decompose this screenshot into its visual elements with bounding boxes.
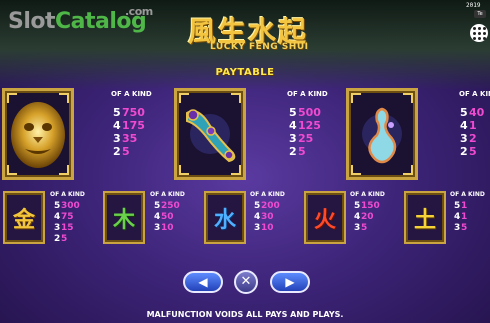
pay-row: 35: [354, 223, 368, 233]
menu-icon[interactable]: [470, 24, 488, 42]
of-a-kind-label: OF A KIND: [287, 90, 328, 98]
pay-row: 4175: [113, 119, 145, 132]
pay-row: 5750: [113, 106, 145, 119]
symbol-frame-wood: 木: [103, 191, 145, 244]
pay-row: 51: [454, 201, 468, 211]
symbol-frame-fire: 火: [304, 191, 346, 244]
pay-row: 5150: [354, 201, 380, 211]
pay-row: 41: [460, 119, 477, 132]
fire-icon: 火: [313, 206, 336, 233]
pay-row: 35: [454, 223, 468, 233]
pay-row: 420: [354, 212, 374, 222]
symbol-frame-metal: 金: [3, 191, 45, 244]
pay-row: 5500: [289, 106, 321, 119]
pay-row: 475: [54, 212, 74, 222]
paytable-title: PAYTABLE: [215, 67, 275, 78]
golden-lion-icon: [11, 102, 65, 168]
pay-row: 5250: [154, 201, 180, 211]
earth-icon: 土: [413, 206, 436, 233]
pay-row: 25: [289, 145, 306, 158]
water-icon: 水: [213, 206, 236, 233]
of-a-kind-label: OF A KIND: [450, 191, 485, 198]
symbol-frame-gourd: [346, 88, 418, 180]
of-a-kind-label: OF A KIND: [350, 191, 385, 198]
top-right-text: 2019: [466, 2, 481, 9]
pay-row: 450: [154, 212, 174, 222]
symbol-frame-ruyi: [174, 88, 246, 180]
disclaimer-text: MALFUNCTION VOIDS ALL PAYS AND PLAYS.: [146, 310, 344, 319]
gourd-icon: [362, 107, 402, 164]
symbol-frame-water: 水: [204, 191, 246, 244]
pay-row: 325: [289, 132, 314, 145]
of-a-kind-label: OF A KIND: [150, 191, 185, 198]
symbol-frame-earth: 土: [404, 191, 446, 244]
of-a-kind-label: OF A KIND: [459, 90, 490, 98]
symbol-frame-lion: [2, 88, 74, 180]
pay-row: 25: [54, 234, 68, 244]
prev-page-button[interactable]: ◀: [183, 271, 223, 293]
pay-row: 25: [113, 145, 130, 158]
pay-row: 430: [254, 212, 274, 222]
close-button[interactable]: ✕: [234, 270, 258, 294]
wood-icon: 木: [112, 206, 135, 233]
jade-ruyi-icon: [186, 109, 236, 163]
metal-icon: 金: [12, 206, 35, 233]
of-a-kind-label: OF A KIND: [250, 191, 285, 198]
of-a-kind-label: OF A KIND: [50, 191, 85, 198]
pay-row: 310: [154, 223, 174, 233]
pay-row: 335: [113, 132, 138, 145]
pay-row: 41: [454, 212, 468, 222]
next-page-button[interactable]: ▶: [270, 271, 310, 293]
pay-row: 25: [460, 145, 477, 158]
pay-row: 5300: [54, 201, 80, 211]
slotcatalog-watermark: SlotCatalog .com: [8, 5, 153, 34]
pay-row: 310: [254, 223, 274, 233]
arrow-right-icon: ▶: [285, 275, 295, 289]
pay-row: 4125: [289, 119, 321, 132]
top-right-button[interactable]: Te: [474, 10, 486, 18]
pay-row: 315: [54, 223, 74, 233]
pay-row: 32: [460, 132, 477, 145]
pay-row: 5200: [254, 201, 280, 211]
pay-row: 540: [460, 106, 485, 119]
logo-english: LUCKY FENG SHUI: [210, 42, 309, 52]
arrow-left-icon: ◀: [198, 275, 208, 289]
of-a-kind-label: OF A KIND: [111, 90, 152, 98]
game-logo: 風生水起 LUCKY FENG SHUI: [160, 10, 330, 56]
